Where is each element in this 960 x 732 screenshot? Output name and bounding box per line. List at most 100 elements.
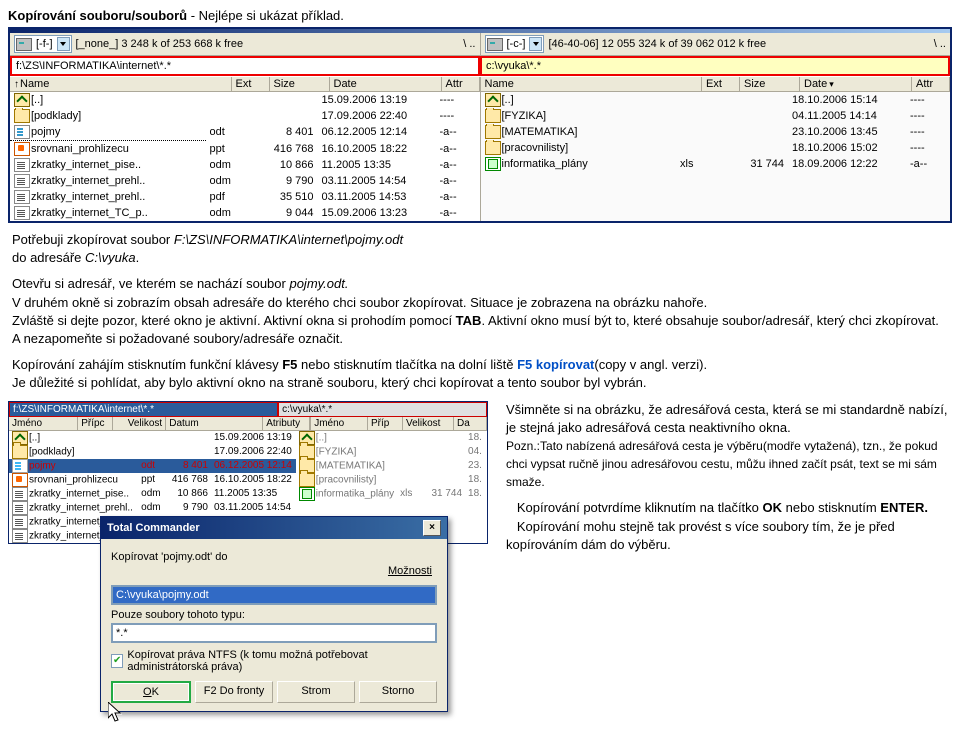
filter-input[interactable] xyxy=(111,623,437,643)
col-attr[interactable]: Attr xyxy=(912,77,950,91)
file-row[interactable]: [..]18.10.2006 15:14---- xyxy=(481,92,951,108)
file-row[interactable]: zkratky_internet_TC_p..odm9 04415.09.200… xyxy=(10,205,480,221)
file-row[interactable]: zkratky_internet_pise..odm10 86611.2005 … xyxy=(10,157,480,173)
pane-right[interactable]: [..]18.10.2006 15:14----[FYZIKA]04.11.20… xyxy=(480,92,951,221)
ok-button[interactable]: OK xyxy=(111,681,191,703)
queue-button[interactable]: F2 Do fronty xyxy=(195,681,273,703)
col-size[interactable]: Size xyxy=(270,77,330,91)
up-dots-left[interactable]: \ .. xyxy=(463,38,475,50)
text: Všimněte si na obrázku, že adresářová ce… xyxy=(506,402,948,435)
col-ext[interactable]: Příp xyxy=(368,417,403,430)
close-icon[interactable]: × xyxy=(423,520,441,536)
col-attr[interactable]: Attr xyxy=(442,77,480,91)
copy-dialog: Total Commander × Kopírovat 'pojmy.odt' … xyxy=(100,516,448,712)
col-attr[interactable]: Atributy xyxy=(263,417,310,430)
title-rest: - Nejlépe si ukázat příklad. xyxy=(187,8,344,23)
col-date[interactable]: Date xyxy=(800,77,912,91)
disk-info-left: [_none_] 3 248 k of 253 668 k free xyxy=(76,38,244,50)
path-left[interactable]: f:\ZS\INFORMATIKA\internet\*.* xyxy=(10,56,480,76)
file-icon xyxy=(14,190,30,204)
file-row[interactable]: [..]18. xyxy=(296,431,487,445)
ntfs-checkbox-row[interactable]: Kopírovat práva NTFS (k tomu možná potře… xyxy=(111,649,437,673)
up-dots-right[interactable]: \ .. xyxy=(934,38,946,50)
col-name[interactable]: Jméno xyxy=(9,417,78,430)
drive-letter: [-c-] xyxy=(505,38,528,50)
file-row[interactable]: zkratky_internet_prehl..odm9 79003.11.20… xyxy=(9,501,296,515)
text: nebo stisknutím xyxy=(782,500,880,515)
file-row[interactable]: pojmyodt8 40106.12.2005 12:14 xyxy=(9,459,296,473)
text: Zvláště si dejte pozor, které okno je ak… xyxy=(12,313,456,328)
file-row[interactable]: informatika_plányxls31 74418. xyxy=(296,487,487,501)
chevron-down-icon[interactable] xyxy=(529,37,542,51)
key-f5: F5 xyxy=(282,357,297,372)
path-left-active[interactable]: f:\ZS\INFORMATIKA\internet\*.* xyxy=(9,402,278,417)
chevron-down-icon[interactable] xyxy=(57,37,70,51)
col-name[interactable]: Name xyxy=(10,77,232,91)
key-tab: TAB xyxy=(456,313,482,328)
file-icon xyxy=(14,109,30,123)
note-label: Pozn.: xyxy=(506,439,540,453)
file-row[interactable]: [..]15.09.2006 13:19---- xyxy=(10,92,480,108)
file-row[interactable]: [pracovnilisty]18.10.2006 15:02---- xyxy=(481,140,951,156)
col-size[interactable]: Size xyxy=(740,77,800,91)
drive-combo-left[interactable]: [-f-] xyxy=(14,35,72,53)
path-right-inactive[interactable]: c:\vyuka\*.* xyxy=(278,402,487,417)
col-ext[interactable]: Přípc xyxy=(78,417,113,430)
col-ext[interactable]: Ext xyxy=(232,77,270,91)
file-row[interactable]: [podklady]17.09.2006 22:40---- xyxy=(10,108,480,124)
pane-left[interactable]: [..]15.09.2006 13:19----[podklady]17.09.… xyxy=(10,92,480,221)
dialog-titlebar[interactable]: Total Commander × xyxy=(101,517,447,539)
col-name[interactable]: Name xyxy=(481,77,703,91)
key-ok: OK xyxy=(763,500,783,515)
text: Kopírování zahájím stisknutím funkční kl… xyxy=(12,357,282,372)
file-row[interactable]: [..]15.09.2006 13:19 xyxy=(9,431,296,445)
col-size[interactable]: Velikost xyxy=(403,417,454,430)
file-row[interactable]: [podklady]17.09.2006 22:40 xyxy=(9,445,296,459)
col-name[interactable]: Jméno xyxy=(310,417,368,430)
title-bold: Kopírování souboru/souborů xyxy=(8,8,187,23)
text: do adresáře xyxy=(12,250,85,265)
drive-cell-right: [-c-] [46-40-06] 12 055 324 k of 39 062 … xyxy=(480,33,951,55)
file-row[interactable]: zkratky_internet_pise..odm10 86611.2005 … xyxy=(9,487,296,501)
column-headers-small: Jméno Přípc Velikost Datum Atributy Jmén… xyxy=(9,417,487,431)
file-icon xyxy=(299,487,315,501)
col-date[interactable]: Date xyxy=(330,77,442,91)
cancel-button[interactable]: Storno xyxy=(359,681,437,703)
file-row[interactable]: [pracovnilisty]18. xyxy=(296,473,487,487)
file-row[interactable]: zkratky_internet_prehl..pdf35 51003.11.2… xyxy=(10,189,480,205)
file-row[interactable]: informatika_plányxls31 74418.09.2006 12:… xyxy=(481,156,951,172)
disk-info-right: [46-40-06] 12 055 324 k of 39 062 012 k … xyxy=(548,38,766,50)
file-icon xyxy=(14,93,30,107)
col-ext[interactable]: Ext xyxy=(702,77,740,91)
file-row[interactable]: pojmyodt8 40106.12.2005 12:14-a-- xyxy=(10,124,480,141)
drive-combo-right[interactable]: [-c-] xyxy=(485,35,545,53)
col-size[interactable]: Velikost xyxy=(113,417,166,430)
options-button[interactable]: Možnosti xyxy=(383,563,437,579)
path-italic: C:\vyuka xyxy=(85,250,136,265)
paragraph-2: Otevřu si adresář, ve kterém se nachází … xyxy=(12,275,948,348)
file-row[interactable]: zkratky_internet_prehl..odm9 79003.11.20… xyxy=(10,173,480,189)
col-date[interactable]: Datum xyxy=(166,417,263,430)
dialog-title: Total Commander xyxy=(107,522,200,534)
file-icon xyxy=(14,142,30,156)
text: Je důležité si pohlídat, aby bylo aktivn… xyxy=(12,375,646,390)
text: (copy v angl. verzi). xyxy=(594,357,707,372)
col-date[interactable]: Da xyxy=(454,417,487,430)
file-row[interactable]: [FYZIKA]04. xyxy=(296,445,487,459)
tree-button[interactable]: Strom xyxy=(277,681,355,703)
file-icon xyxy=(12,445,28,459)
file-row[interactable]: srovnani_prohlizecuppt416 76816.10.2005 … xyxy=(10,141,480,158)
checkbox-icon[interactable] xyxy=(111,654,123,668)
file-icon xyxy=(14,158,30,172)
file-row[interactable]: [MATEMATIKA]23.10.2006 13:45---- xyxy=(481,124,951,140)
path-right[interactable]: c:\vyuka\*.* xyxy=(480,56,950,76)
side-paragraph-1: Všimněte si na obrázku, že adresářová ce… xyxy=(506,401,948,492)
cursor-icon xyxy=(108,702,123,724)
file-icon xyxy=(12,487,28,501)
file-row[interactable]: srovnani_prohlizecuppt416 76816.10.2005 … xyxy=(9,473,296,487)
target-path-input[interactable] xyxy=(111,585,437,605)
file-row[interactable]: [FYZIKA]04.11.2005 14:14---- xyxy=(481,108,951,124)
file-row[interactable]: [MATEMATIKA]23. xyxy=(296,459,487,473)
filename-italic: pojmy.odt. xyxy=(289,276,348,291)
paragraph-3: Kopírování zahájím stisknutím funkční kl… xyxy=(12,356,948,392)
